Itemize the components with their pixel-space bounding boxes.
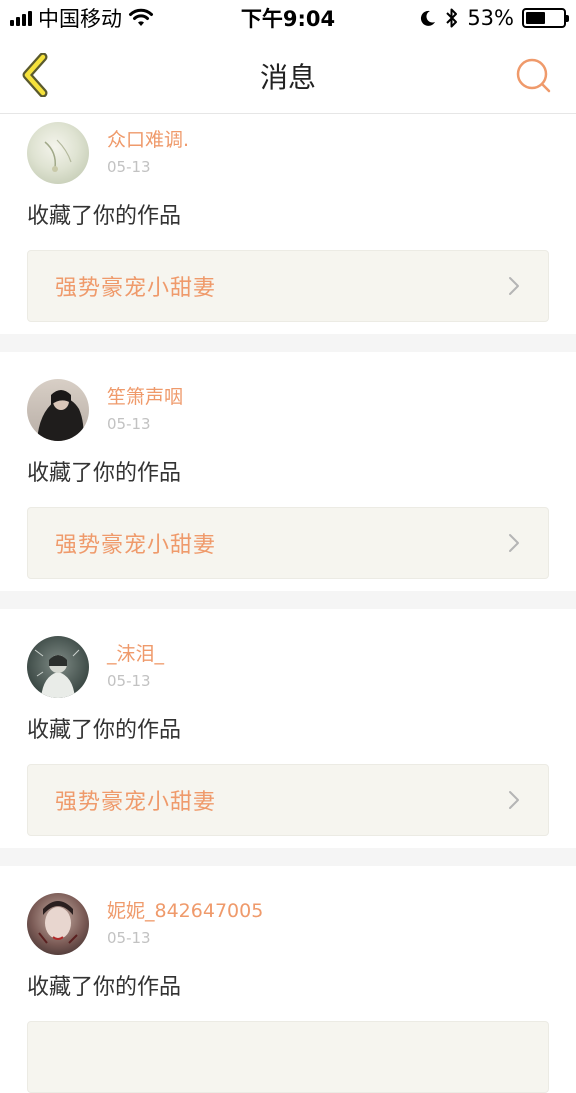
- notification-date: 05-13: [107, 929, 151, 947]
- moon-icon: [421, 10, 436, 26]
- action-text: 收藏了你的作品: [27, 461, 182, 486]
- user-row[interactable]: 笙箫声咽 05-13: [0, 379, 576, 441]
- user-meta: 笙箫声咽 05-13: [107, 384, 183, 436]
- battery-percent: 53%: [467, 6, 514, 30]
- avatar[interactable]: [27, 636, 89, 698]
- avatar-image-icon: [37, 390, 84, 441]
- status-bar: 中国移动 下午9:04 53%: [0, 0, 576, 36]
- user-name[interactable]: _沫泪_: [107, 641, 164, 667]
- notification-list: 众口难调. 05-13 收藏了你的作品 强势豪宠小甜妻 笙箫声咽 05-13 收…: [0, 115, 576, 1093]
- notification-card: _沫泪_ 05-13 收藏了你的作品 强势豪宠小甜妻: [0, 609, 576, 848]
- section-divider: [0, 848, 576, 866]
- user-name[interactable]: 笙箫声咽: [107, 384, 183, 410]
- status-right: 53%: [419, 6, 569, 30]
- avatar-image-icon: [38, 901, 78, 944]
- signal-icon: [10, 10, 32, 26]
- avatar-image-icon: [34, 649, 80, 698]
- work-title: 强势豪宠小甜妻: [55, 276, 217, 301]
- user-meta: _沫泪_ 05-13: [107, 641, 164, 693]
- status-left: 中国移动: [10, 3, 154, 33]
- user-row[interactable]: 妮妮_842647005 05-13: [0, 893, 576, 955]
- search-icon: [516, 58, 551, 93]
- work-title: 强势豪宠小甜妻: [55, 790, 217, 815]
- work-link[interactable]: [27, 1021, 549, 1093]
- action-text: 收藏了你的作品: [27, 975, 182, 1000]
- battery-level: [526, 12, 546, 24]
- user-meta: 妮妮_842647005 05-13: [107, 898, 263, 950]
- work-title: 强势豪宠小甜妻: [55, 533, 217, 558]
- action-text: 收藏了你的作品: [27, 718, 182, 743]
- section-divider: [0, 591, 576, 609]
- work-link[interactable]: 强势豪宠小甜妻: [27, 250, 549, 322]
- notification-date: 05-13: [107, 158, 151, 176]
- user-meta: 众口难调. 05-13: [107, 127, 189, 179]
- action-text: 收藏了你的作品: [27, 204, 182, 229]
- user-row[interactable]: _沫泪_ 05-13: [0, 636, 576, 698]
- carrier-label: 中国移动: [38, 7, 122, 31]
- work-link[interactable]: 强势豪宠小甜妻: [27, 764, 549, 836]
- user-name[interactable]: 妮妮_842647005: [107, 898, 263, 924]
- notification-date: 05-13: [107, 672, 151, 690]
- search-button[interactable]: [514, 56, 554, 96]
- chevron-right-icon: [509, 791, 519, 809]
- battery-icon: [522, 8, 569, 28]
- nav-bar: 消息: [0, 36, 576, 114]
- chevron-right-icon: [509, 277, 519, 295]
- chevron-right-icon: [509, 534, 519, 552]
- page-title: 消息: [259, 61, 316, 94]
- wifi-icon: [129, 8, 153, 26]
- notification-card: 妮妮_842647005 05-13 收藏了你的作品: [0, 866, 576, 1093]
- avatar-image-icon: [44, 139, 72, 172]
- section-divider: [0, 334, 576, 352]
- user-name[interactable]: 众口难调.: [107, 127, 189, 153]
- user-row[interactable]: 众口难调. 05-13: [0, 122, 576, 184]
- avatar[interactable]: [27, 379, 89, 441]
- work-link[interactable]: 强势豪宠小甜妻: [27, 507, 549, 579]
- notification-card: 笙箫声咽 05-13 收藏了你的作品 强势豪宠小甜妻: [0, 352, 576, 591]
- avatar[interactable]: [27, 893, 89, 955]
- avatar[interactable]: [27, 122, 89, 184]
- bluetooth-icon: [446, 8, 458, 28]
- notification-date: 05-13: [107, 415, 151, 433]
- notification-card: 众口难调. 05-13 收藏了你的作品 强势豪宠小甜妻: [0, 115, 576, 334]
